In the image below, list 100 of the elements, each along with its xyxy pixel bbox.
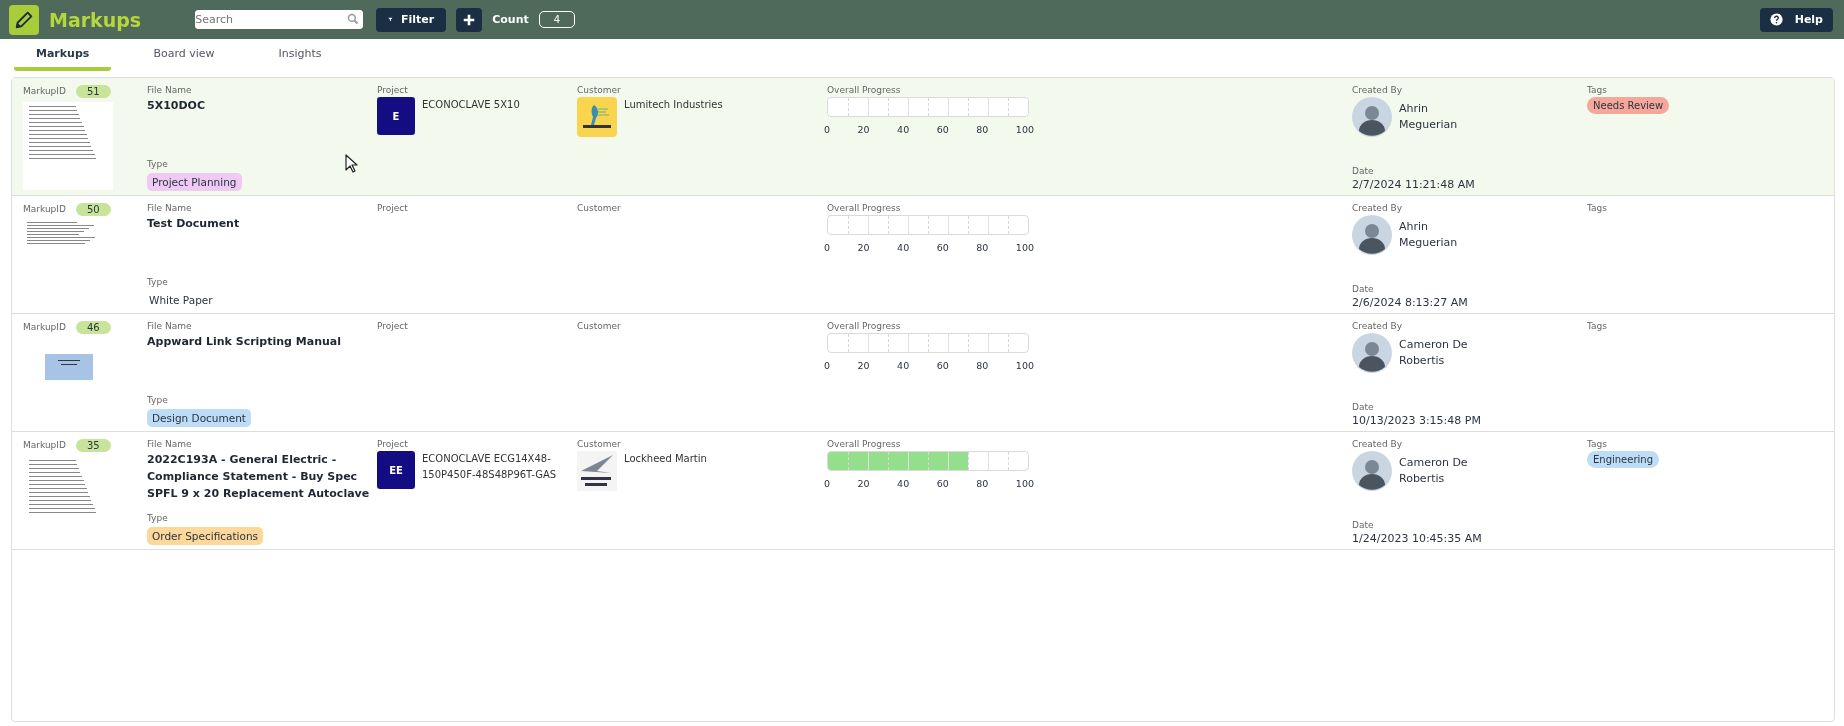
field-label: Overall Progress: [827, 85, 902, 95]
scale-label: 0: [824, 242, 831, 253]
app-title: Markups: [49, 8, 142, 31]
field-label: Type: [147, 513, 169, 523]
created-date: 2/7/2024 11:21:48 AM: [1352, 178, 1476, 191]
markup-id-badge: 50: [75, 203, 111, 216]
search-field[interactable]: Search: [195, 10, 364, 29]
count-label: Count: [492, 13, 529, 26]
user-name: Cameron De Robertis: [1399, 336, 1469, 369]
field-label: Tags: [1587, 203, 1608, 213]
help-icon: [1769, 13, 1783, 26]
created-date: 2/6/2024 8:13:27 AM: [1352, 296, 1469, 309]
scale-label: 100: [1015, 360, 1034, 371]
tab[interactable]: Insights: [256, 39, 344, 71]
project-name: ECONOCLAVE ECG14X48-150P450F-48S48P96T-GAS: [422, 452, 558, 482]
scale-label: 40: [897, 360, 910, 371]
scale-label: 100: [1015, 478, 1034, 489]
add-button[interactable]: [456, 7, 483, 32]
customer-name: Lumitech Industries: [624, 98, 724, 112]
avatar-icon: [1352, 97, 1392, 137]
field-label: Created By: [1352, 321, 1403, 331]
avatar-icon: [1352, 215, 1392, 255]
field-label: Customer: [577, 203, 622, 213]
project-logo: EE: [377, 451, 415, 489]
scale-label: 60: [936, 242, 949, 253]
type-tag: Design Document: [147, 409, 251, 427]
field-label: Tags: [1587, 321, 1608, 331]
type-tag: Project Planning: [147, 173, 242, 191]
customer-logo-drawing: [577, 97, 617, 137]
search-icon: [347, 13, 360, 25]
user-name: Ahrin Meguerian: [1399, 218, 1459, 251]
field-label: Type: [147, 277, 169, 287]
tag: Engineering: [1587, 451, 1659, 468]
field-label: Project: [377, 203, 409, 213]
created-date: 1/24/2023 10:45:35 AM: [1352, 532, 1483, 545]
created-date: 10/13/2023 3:15:48 PM: [1352, 414, 1482, 427]
field-label: Created By: [1352, 203, 1403, 213]
scale-label: 0: [824, 124, 831, 135]
scale-label: 60: [936, 478, 949, 489]
field-label: File Name: [147, 321, 193, 331]
scale-label: 40: [897, 478, 910, 489]
field-label: MarkupID: [23, 203, 66, 214]
field-label: Date: [1352, 284, 1375, 294]
scale-label: 80: [976, 360, 989, 371]
scale-label: 80: [976, 478, 989, 489]
field-label: Date: [1352, 166, 1375, 176]
file-name: 2022C193A - General Electric - Compliance Statement - Buy Spec SPFL 9 x 20 Replacement Autoclave: [147, 452, 371, 503]
user-name: Cameron De Robertis: [1399, 454, 1469, 487]
field-label: File Name: [147, 85, 193, 95]
type-tag: Order Specifications: [147, 527, 264, 545]
document-thumbnail[interactable]: [23, 102, 113, 190]
tab[interactable]: Board view: [131, 39, 237, 71]
tag: Needs Review: [1587, 97, 1670, 114]
markup-id-badge: 35: [75, 439, 111, 452]
customer-logo-drawing: [577, 451, 617, 491]
field-label: Overall Progress: [827, 321, 902, 331]
scale-label: 20: [857, 360, 870, 371]
scale-label: 40: [897, 242, 910, 253]
markup-row[interactable]: MarkupID 50 File Name Test Document Type White Paper Project Customer Overall Progress 0 20 40 60 80 100 Created By Ahrin Meguerian Date 2/6/2024 8:13:27 AM Tags: [12, 196, 1834, 314]
scale-label: 20: [857, 242, 870, 253]
field-label: Date: [1352, 520, 1375, 530]
slide-thumbnail[interactable]: [45, 354, 93, 380]
field-label: Type: [147, 395, 169, 405]
scale-label: 80: [976, 242, 989, 253]
markup-row[interactable]: [12, 78, 1834, 196]
scale-label: 100: [1015, 242, 1034, 253]
plus-icon: [462, 12, 477, 27]
type-tag: White Paper: [147, 291, 218, 309]
scale-label: 40: [897, 124, 910, 135]
scale-label: 0: [824, 478, 831, 489]
field-label: Created By: [1352, 439, 1403, 449]
field-label: Tags: [1587, 85, 1608, 95]
field-label: Type: [147, 159, 169, 169]
help-button[interactable]: Help: [1759, 7, 1833, 32]
field-label: File Name: [147, 203, 193, 213]
scale-label: 60: [936, 360, 949, 371]
project-logo: E: [377, 97, 415, 135]
user-name: Ahrin Meguerian: [1399, 100, 1459, 133]
field-label: MarkupID: [23, 321, 66, 332]
scale-label: 0: [824, 360, 831, 371]
field-label: Overall Progress: [827, 439, 902, 449]
customer-name: Lockheed Martin: [624, 452, 708, 466]
scale-label: 60: [936, 124, 949, 135]
markup-row[interactable]: MarkupID 46 File Name Appward Link Scripting Manual Type Design Document Project Customer Overall Progress 0 20 40 60 80 100 Created By Cameron De Robertis Date 10/13/2023 3:15:48 PM Tags: [12, 314, 1834, 432]
file-name: Test Document: [147, 216, 241, 232]
tab[interactable]: Markups: [14, 39, 112, 71]
field-label: MarkupID: [23, 439, 66, 450]
file-name: Appward Link Scripting Manual: [147, 334, 343, 350]
filter-button[interactable]: Filter: [376, 7, 447, 32]
field-label: Customer: [577, 85, 622, 95]
scale-label: 20: [857, 124, 870, 135]
field-label: Overall Progress: [827, 203, 902, 213]
field-label: Customer: [577, 321, 622, 331]
field-label: Created By: [1352, 85, 1403, 95]
markup-id-badge: 46: [75, 321, 111, 334]
project-name: ECONOCLAVE 5X10: [422, 98, 521, 112]
scale-label: 100: [1015, 124, 1034, 135]
field-label: Date: [1352, 402, 1375, 412]
field-label: Project: [377, 85, 409, 95]
avatar-icon: [1352, 333, 1392, 373]
